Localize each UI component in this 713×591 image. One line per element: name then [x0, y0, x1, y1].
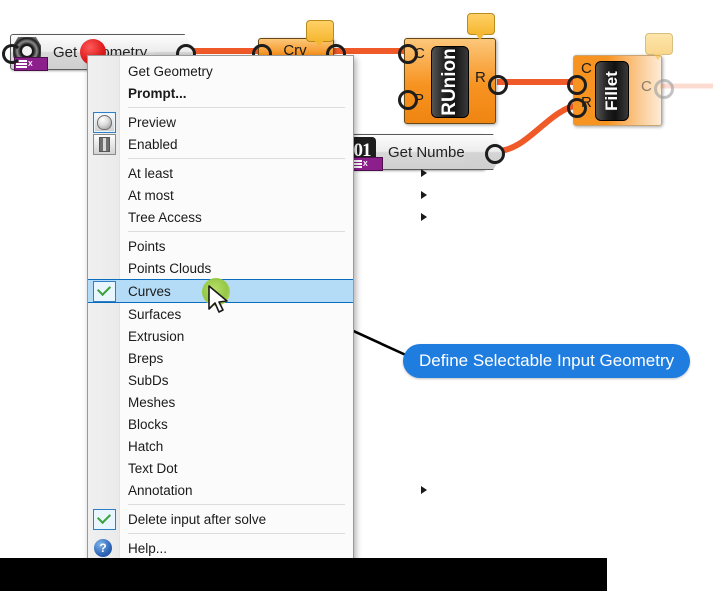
- menu-item-prompt[interactable]: Prompt...: [88, 82, 353, 104]
- chevron-right-icon: [421, 191, 427, 199]
- fillet-input-C[interactable]: C: [581, 60, 592, 77]
- menu-item-annotation[interactable]: Annotation: [88, 479, 353, 501]
- menu-item-label: Get Geometry: [128, 64, 213, 79]
- fillet-nub-C[interactable]: [567, 75, 587, 95]
- menu-item-label: Text Dot: [128, 461, 178, 476]
- menu-item-label: Meshes: [128, 395, 175, 410]
- get-number-output-nub[interactable]: [485, 144, 505, 164]
- menu-item-label: Preview: [128, 115, 176, 130]
- menu-item-label: At most: [128, 188, 174, 203]
- menu-item-hatch[interactable]: Hatch: [88, 435, 353, 457]
- fillet-output-C[interactable]: C: [641, 78, 652, 95]
- annotation-callout: Define Selectable Input Geometry: [403, 344, 690, 378]
- menu-item-subds[interactable]: SubDs: [88, 369, 353, 391]
- menu-item-extrusion[interactable]: Extrusion: [88, 325, 353, 347]
- node-fillet[interactable]: Fillet C R C: [573, 55, 662, 126]
- menu-separator: [128, 504, 345, 505]
- crv-bubble-icon[interactable]: [306, 20, 334, 42]
- checkmark-icon[interactable]: [93, 281, 116, 302]
- param-badge-number: X: [349, 157, 383, 171]
- menu-item-label: Blocks: [128, 417, 168, 432]
- menu-item-label: At least: [128, 166, 173, 181]
- runion-bubble-icon[interactable]: [467, 13, 495, 35]
- menu-separator: [128, 231, 345, 232]
- menu-item-preview[interactable]: Preview: [88, 111, 353, 133]
- menu-item-at-least[interactable]: At least: [88, 162, 353, 184]
- preview-icon[interactable]: [93, 112, 116, 133]
- mouse-cursor-icon: [206, 284, 232, 316]
- menu-item-text-dot[interactable]: Text Dot: [88, 457, 353, 479]
- menu-item-label: Enabled: [128, 137, 178, 152]
- runion-nub-C[interactable]: [398, 44, 418, 64]
- menu-item-label: Points Clouds: [128, 261, 211, 276]
- node-runion-label: RUnion: [439, 48, 461, 116]
- menu-item-blocks[interactable]: Blocks: [88, 413, 353, 435]
- checkmark-icon[interactable]: [93, 509, 116, 530]
- menu-item-label: Surfaces: [128, 307, 181, 322]
- menu-item-label: Breps: [128, 351, 163, 366]
- runion-capsule: RUnion: [431, 46, 469, 118]
- chevron-right-icon: [421, 213, 427, 221]
- node-get-number[interactable]: 01 X Get Number: [345, 134, 485, 170]
- menu-item-label: Delete input after solve: [128, 512, 266, 527]
- menu-item-label: SubDs: [128, 373, 169, 388]
- runion-output-R[interactable]: R: [475, 69, 486, 86]
- menu-item-label: Hatch: [128, 439, 163, 454]
- menu-item-label: Annotation: [128, 483, 193, 498]
- menu-item-points-clouds[interactable]: Points Clouds: [88, 257, 353, 279]
- bottom-black-bar: [0, 558, 607, 591]
- fillet-nub-out[interactable]: [654, 79, 674, 99]
- menu-separator: [128, 158, 345, 159]
- menu-item-tree-access[interactable]: Tree Access: [88, 206, 353, 228]
- menu-item-label: Prompt...: [128, 86, 187, 101]
- menu-item-label: Points: [128, 239, 166, 254]
- fillet-nub-R[interactable]: [567, 98, 587, 118]
- chevron-right-icon: [421, 486, 427, 494]
- menu-item-label: Help...: [128, 541, 167, 556]
- menu-separator: [128, 107, 345, 108]
- menu-item-help[interactable]: ? Help...: [88, 537, 353, 559]
- fillet-capsule: Fillet: [595, 61, 629, 121]
- menu-item-meshes[interactable]: Meshes: [88, 391, 353, 413]
- node-fillet-label: Fillet: [602, 71, 622, 111]
- menu-item-get-geometry: Get Geometry: [88, 60, 353, 82]
- node-runion[interactable]: RUnion C P R: [404, 38, 496, 124]
- menu-item-label: Curves: [128, 284, 171, 299]
- fillet-bubble-icon[interactable]: [645, 33, 673, 55]
- menu-item-label: Tree Access: [128, 210, 202, 225]
- help-icon[interactable]: ?: [94, 539, 112, 557]
- menu-item-enabled[interactable]: Enabled: [88, 133, 353, 155]
- menu-item-delete-input-after-solve[interactable]: Delete input after solve: [88, 508, 353, 530]
- menu-item-points[interactable]: Points: [88, 235, 353, 257]
- menu-item-at-most[interactable]: At most: [88, 184, 353, 206]
- runion-nub-R[interactable]: [488, 75, 508, 95]
- menu-item-label: Extrusion: [128, 329, 184, 344]
- chevron-right-icon: [421, 169, 427, 177]
- runion-nub-P[interactable]: [398, 90, 418, 110]
- menu-item-breps[interactable]: Breps: [88, 347, 353, 369]
- enabled-icon[interactable]: [93, 134, 116, 155]
- grasshopper-canvas: X Get Geometry Crv RUnion C P R Fillet C…: [0, 0, 713, 591]
- get-geometry-input-nub[interactable]: [2, 44, 22, 64]
- menu-separator: [128, 533, 345, 534]
